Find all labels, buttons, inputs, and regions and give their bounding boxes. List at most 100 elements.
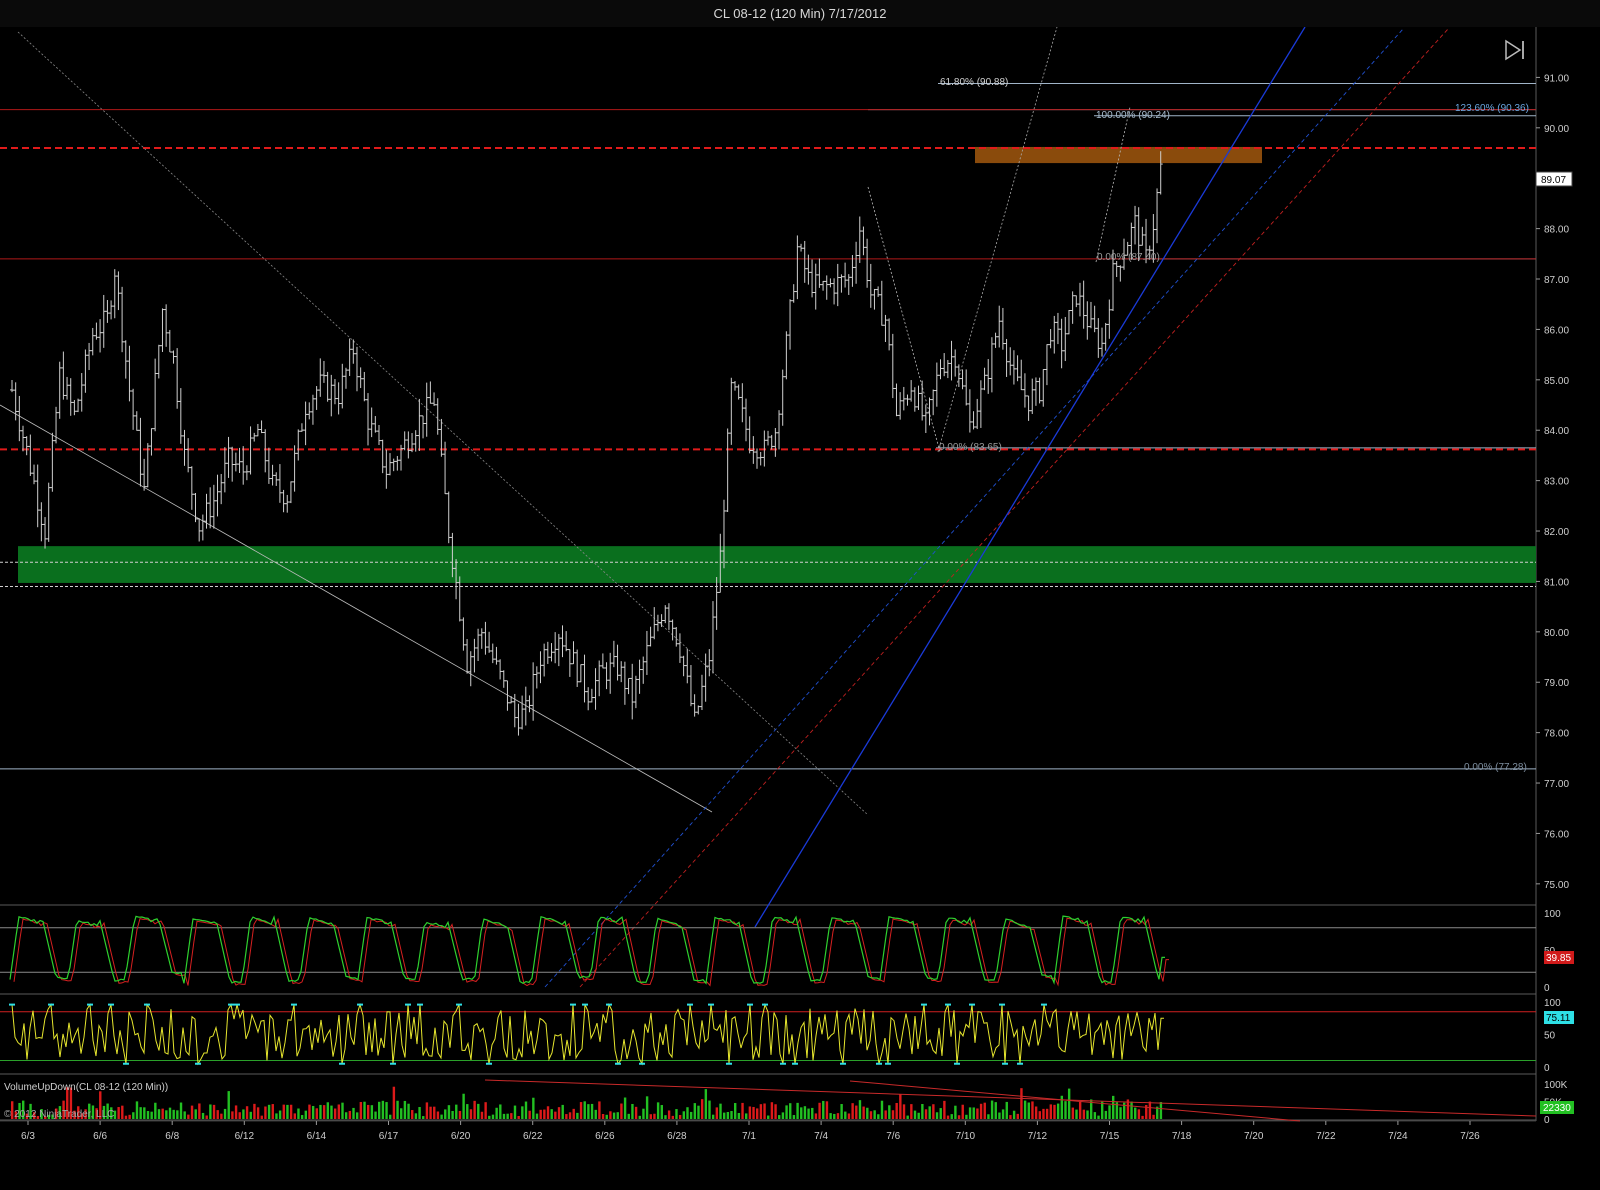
volume-bar (664, 1115, 667, 1119)
volume-bar (411, 1110, 414, 1119)
rsi-last-value: 75.11 (1546, 1013, 1571, 1024)
volume-bar (143, 1107, 146, 1119)
volume-bar (344, 1112, 348, 1119)
volume-bar (616, 1112, 619, 1119)
volume-bar (289, 1104, 293, 1119)
volume-bar (675, 1109, 678, 1119)
volume-bar (557, 1107, 561, 1119)
volume-bar (513, 1105, 517, 1119)
volume-bar (770, 1102, 774, 1119)
volume-bar (1141, 1115, 1144, 1119)
volume-bar (267, 1104, 271, 1119)
volume-bar (1009, 1115, 1012, 1119)
volume-bar (157, 1109, 161, 1119)
volume-bar (605, 1114, 608, 1119)
volume-bar (216, 1110, 219, 1119)
volume-bar (381, 1100, 385, 1119)
volume-bar (1001, 1109, 1005, 1119)
volume-bar (308, 1104, 311, 1119)
volume-bar (781, 1112, 785, 1119)
volume-bar (378, 1101, 381, 1119)
volume-bar (146, 1111, 150, 1119)
volume-bar (238, 1112, 241, 1119)
volume-bar (814, 1113, 818, 1119)
volume-bar (594, 1109, 597, 1119)
volume-bar (983, 1102, 986, 1119)
volume-bar (579, 1102, 583, 1119)
volume-bar (341, 1102, 344, 1119)
volume-bar (822, 1100, 825, 1119)
volume-bar (535, 1113, 539, 1119)
volume-bar (451, 1110, 454, 1119)
time-tick-label: 6/22 (523, 1131, 543, 1142)
price-chart[interactable]: 91.0090.0089.0088.0087.0086.0085.0084.00… (0, 27, 1600, 1190)
volume-bar (1078, 1101, 1082, 1119)
fib-label-123: 123.60% (90.36) (1455, 103, 1529, 114)
volume-bar (678, 1114, 682, 1119)
volume-bar (873, 1110, 876, 1119)
volume-bar (400, 1108, 403, 1119)
volume-bar (576, 1112, 579, 1119)
volume-bar (532, 1097, 535, 1119)
volume-bar (510, 1113, 513, 1119)
copyright-text: © 2012 NinjaTrader, LLC (4, 1109, 114, 1120)
price-tick-label: 87.00 (1544, 275, 1569, 286)
volume-bar (917, 1112, 920, 1119)
price-tick-label: 90.00 (1544, 124, 1569, 135)
volume-tick-label: 100K (1544, 1080, 1568, 1091)
volume-bar (638, 1115, 641, 1119)
volume-bar (1112, 1095, 1115, 1119)
volume-bar (271, 1104, 274, 1119)
volume-bar (135, 1101, 139, 1119)
volume-bar (932, 1104, 935, 1119)
volume-bar (943, 1100, 946, 1119)
volume-bar (1053, 1104, 1056, 1119)
volume-bar (767, 1115, 770, 1119)
volume-bar (550, 1109, 553, 1119)
volume-bar (1071, 1107, 1075, 1119)
volume-bar (833, 1113, 836, 1119)
volume-bar (374, 1111, 377, 1119)
volume-bar (565, 1114, 568, 1119)
volume-bar (366, 1104, 370, 1119)
volume-bar (601, 1113, 605, 1119)
volume-tick-label: 0 (1544, 1115, 1550, 1126)
volume-bar (884, 1110, 887, 1119)
volume-bar (800, 1107, 803, 1119)
volume-bar (1016, 1113, 1019, 1119)
volume-bar (139, 1107, 142, 1119)
price-tick-label: 82.00 (1544, 527, 1569, 538)
volume-bar (660, 1105, 663, 1119)
volume-bar (642, 1108, 645, 1119)
volume-bar (733, 1103, 737, 1119)
volume-bar (1045, 1108, 1049, 1119)
indicator-tick-label: 0 (1544, 983, 1550, 994)
volume-bar (1152, 1114, 1155, 1119)
time-tick-label: 6/20 (451, 1131, 471, 1142)
volume-bar (851, 1103, 854, 1119)
volume-bar (1119, 1107, 1122, 1119)
volume-bar (990, 1100, 994, 1119)
volume-bar (649, 1114, 652, 1119)
volume-bar (330, 1105, 333, 1119)
volume-bar (807, 1108, 810, 1119)
volume-bar (730, 1110, 733, 1119)
volume-bar (231, 1111, 234, 1119)
volume-bar (836, 1113, 840, 1119)
volume-bar (634, 1106, 638, 1119)
volume-bar (124, 1115, 128, 1119)
volume-bar (928, 1106, 931, 1119)
volume-bar (201, 1112, 205, 1119)
volume-bar (183, 1111, 186, 1119)
time-tick-label: 7/20 (1244, 1131, 1264, 1142)
time-tick-label: 6/17 (379, 1131, 399, 1142)
volume-bar (568, 1112, 572, 1119)
volume-bar (179, 1102, 183, 1119)
volume-bar (348, 1110, 352, 1119)
price-tick-label: 85.00 (1544, 376, 1569, 387)
volume-bar (502, 1113, 506, 1119)
volume-bar (477, 1103, 480, 1119)
volume-bar (855, 1105, 858, 1119)
volume-bar (447, 1105, 451, 1119)
volume-bar (165, 1110, 168, 1119)
